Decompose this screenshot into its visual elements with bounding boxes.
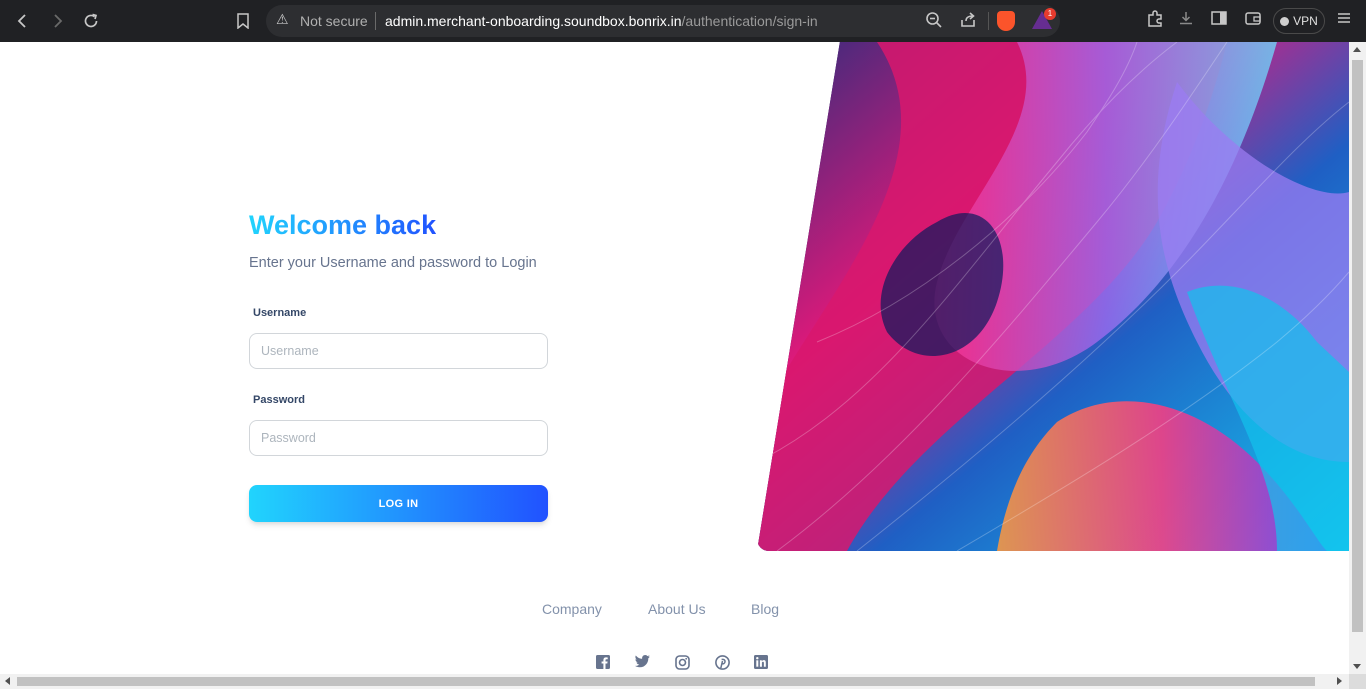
- zoom-icon[interactable]: [924, 11, 944, 31]
- url-host: admin.merchant-onboarding.soundbox.bonri…: [385, 13, 682, 29]
- vpn-label: VPN: [1293, 14, 1318, 28]
- scrollbar-corner: [1349, 674, 1366, 689]
- toolbar-separator: [988, 12, 989, 30]
- footer-link-company[interactable]: Company: [542, 601, 602, 617]
- horizontal-scrollbar[interactable]: [0, 674, 1349, 689]
- footer-link-about-us[interactable]: About Us: [648, 601, 706, 617]
- brave-shields-icon[interactable]: [997, 11, 1015, 31]
- download-icon[interactable]: [1175, 10, 1197, 32]
- sidebar-icon[interactable]: [1208, 10, 1230, 32]
- reload-icon[interactable]: [79, 9, 103, 33]
- share-icon[interactable]: [958, 11, 978, 31]
- instagram-icon[interactable]: [675, 655, 691, 671]
- page-subtitle: Enter your Username and password to Logi…: [249, 255, 537, 271]
- vpn-status-icon: [1280, 16, 1290, 26]
- address-separator: [375, 12, 376, 30]
- username-label: Username: [253, 307, 307, 319]
- back-icon[interactable]: [11, 9, 35, 33]
- scroll-up-arrow-icon[interactable]: [1353, 47, 1361, 52]
- security-status[interactable]: Not secure: [300, 13, 368, 29]
- pinterest-icon[interactable]: [715, 655, 731, 671]
- url-path: /authentication/sign-in: [681, 13, 818, 29]
- linkedin-icon[interactable]: [754, 655, 770, 671]
- hero-image: [757, 42, 1349, 551]
- login-button[interactable]: LOG IN: [249, 485, 548, 522]
- extensions-icon[interactable]: [1144, 10, 1166, 32]
- horizontal-scroll-thumb[interactable]: [17, 677, 1315, 686]
- warning-icon[interactable]: ⚠: [276, 12, 289, 28]
- facebook-icon[interactable]: [596, 655, 612, 671]
- wallet-icon[interactable]: [1242, 10, 1264, 32]
- address-bar[interactable]: ⚠ Not secure admin.merchant-onboarding.s…: [266, 5, 1060, 37]
- footer-link-blog[interactable]: Blog: [751, 601, 779, 617]
- browser-toolbar: ⚠ Not secure admin.merchant-onboarding.s…: [0, 0, 1366, 42]
- url-text[interactable]: admin.merchant-onboarding.soundbox.bonri…: [385, 13, 818, 29]
- scroll-left-arrow-icon[interactable]: [5, 677, 10, 685]
- password-input[interactable]: [249, 420, 548, 456]
- vertical-scrollbar[interactable]: [1349, 42, 1366, 674]
- scroll-right-arrow-icon[interactable]: [1337, 677, 1342, 685]
- scroll-down-arrow-icon[interactable]: [1353, 664, 1361, 669]
- forward-icon[interactable]: [45, 9, 69, 33]
- vertical-scroll-thumb[interactable]: [1352, 60, 1363, 632]
- sign-in-page: Welcome back Enter your Username and pas…: [0, 42, 1349, 674]
- password-label: Password: [253, 394, 305, 406]
- twitter-icon[interactable]: [635, 655, 651, 671]
- vpn-button[interactable]: VPN: [1273, 8, 1325, 34]
- page-title: Welcome back: [249, 210, 437, 240]
- bookmark-icon[interactable]: [231, 9, 255, 33]
- rewards-badge: 1: [1044, 8, 1056, 20]
- username-input[interactable]: [249, 333, 548, 369]
- menu-icon[interactable]: [1333, 10, 1355, 32]
